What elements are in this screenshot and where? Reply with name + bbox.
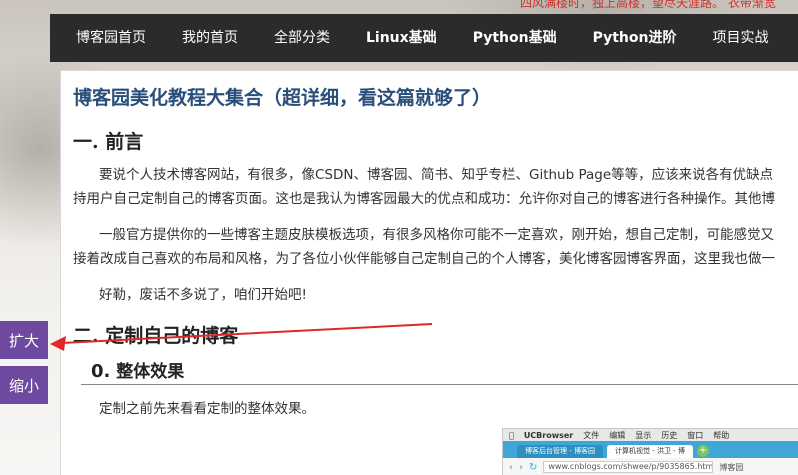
top-banner-text: 四风满楼时，独上高楼，望尽天涯路。 衣带渐宽 (520, 0, 776, 10)
section-heading-preface: 一. 前言 (73, 131, 144, 153)
preview-menu-window: 窗口 (682, 430, 703, 440)
preview-menu-view: 显示 (630, 430, 651, 440)
preview-menu-help: 帮助 (708, 430, 729, 440)
preview-tabbar: 博客后台管理 - 博客园 计算机视觉 - 洪卫 - 博 + (503, 441, 798, 458)
nav-item-my-home[interactable]: 我的首页 (164, 14, 256, 62)
preview-urlbar: ‹ › ↻ www.cnblogs.com/shwee/p/9035865.ht… (503, 458, 798, 475)
paragraph-3-text: 好勒，废话不多说了，咱们开始吧! (99, 287, 307, 303)
embedded-screenshot-preview:  UCBrowser 文件 编辑 显示 历史 窗口 帮助 博客后台管理 - 博… (502, 428, 798, 475)
paragraph-1-line-1-text: 要说个人技术博客网站，有很多，像CSDN、博客园、简书、知乎专栏、Github … (99, 167, 774, 183)
nav-item-all-categories[interactable]: 全部分类 (256, 14, 348, 62)
expand-button[interactable]: 扩大 (0, 321, 48, 359)
preview-menubar:  UCBrowser 文件 编辑 显示 历史 窗口 帮助 (503, 429, 798, 441)
preview-url-field: www.cnblogs.com/shwee/p/9035865.html (543, 461, 714, 473)
nav-item-cnblogs-home[interactable]: 博客园首页 (58, 14, 164, 62)
preview-new-tab-icon: + (696, 445, 709, 457)
nav-item-python-basics[interactable]: Python基础 (455, 14, 575, 62)
paragraph-2-line-2: 接着改成自己喜欢的布局和风格，为了各位小伙伴能够自己定制自己的个人博客，美化博客… (73, 251, 775, 267)
nav-item-ai[interactable]: 人工 (786, 14, 798, 62)
nav-item-linux-basics[interactable]: Linux基础 (348, 14, 455, 62)
section-heading-customize: 二. 定制自己的博客 (73, 325, 239, 347)
preview-tab-blog-admin: 博客后台管理 - 博客园 (517, 445, 603, 458)
preview-site-label: 博客园 (719, 462, 744, 472)
paragraph-3: 好勒，废话不多说了，咱们开始吧! (73, 283, 798, 307)
paragraph-1-line-1: 要说个人技术博客网站，有很多，像CSDN、博客园、简书、知乎专栏、Github … (73, 163, 798, 187)
preview-menu-history: 历史 (656, 430, 677, 440)
preview-forward-icon: › (519, 461, 523, 473)
nav-item-projects[interactable]: 项目实战 (694, 14, 786, 62)
shrink-button[interactable]: 缩小 (0, 366, 48, 404)
paragraph-2-line-1: 一般官方提供你的一些博客主题皮肤模板选项，有很多风格你可能不一定喜欢，刚开始，想… (73, 223, 798, 247)
preview-refresh-icon: ↻ (529, 461, 538, 473)
preview-menu-file: 文件 (578, 430, 599, 440)
subheading-overall-effect-title: 0. 整体效果 (91, 357, 184, 382)
nav-item-python-advanced[interactable]: Python进阶 (575, 14, 695, 62)
post-content-panel: 博客园美化教程大集合（超详细，看这篇就够了） 一. 前言 要说个人技术博客网站，… (60, 70, 798, 475)
preview-tab-cv: 计算机视觉 - 洪卫 - 博 (606, 445, 693, 458)
subheading-text: 整体效果 (116, 362, 185, 382)
top-navigation-bar: 博客园首页 我的首页 全部分类 Linux基础 Python基础 Python进… (50, 14, 798, 62)
apple-icon:  (509, 431, 514, 440)
subheading-overall-effect: 0. 整体效果 (81, 357, 798, 385)
subheading-number: 0. (91, 361, 111, 382)
preview-menu-app: UCBrowser (519, 430, 573, 440)
preview-back-icon: ‹ (509, 461, 513, 473)
post-title[interactable]: 博客园美化教程大集合（超详细，看这篇就够了） (73, 83, 491, 110)
paragraph-2-line-1-text: 一般官方提供你的一些博客主题皮肤模板选项，有很多风格你可能不一定喜欢，刚开始，想… (99, 227, 774, 243)
preview-menu-edit: 编辑 (604, 430, 625, 440)
paragraph-1-line-2: 持用户自己定制自己的博客页面。这也是我认为博客园最大的优点和成功：允许你对自己的… (73, 191, 775, 207)
paragraph-4: 定制之前先来看看定制的整体效果。 (99, 401, 315, 417)
